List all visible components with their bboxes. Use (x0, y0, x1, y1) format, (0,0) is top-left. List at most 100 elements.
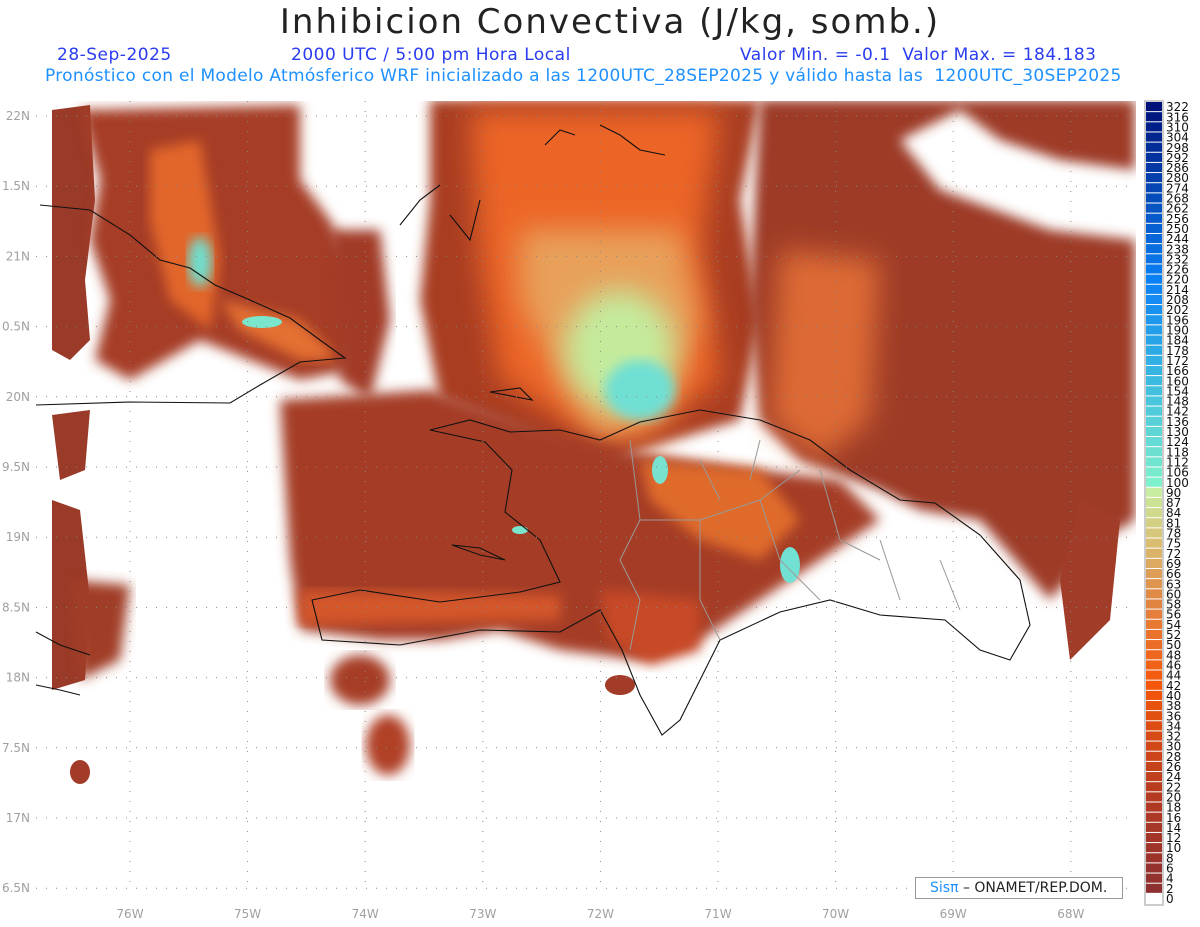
field-patch (188, 237, 212, 287)
colorbar-swatch (1146, 233, 1162, 244)
colorbar-swatch (1146, 203, 1162, 213)
colorbar-swatch (1146, 497, 1162, 508)
colorbar-swatch (1146, 152, 1162, 162)
colorbar-swatch (1146, 142, 1162, 152)
colorbar-swatch (1146, 832, 1162, 843)
lat-label: 20N (6, 390, 30, 404)
colorbar-swatch (1146, 274, 1162, 284)
colorbar-swatch (1146, 315, 1162, 325)
colorbar-swatch (1146, 173, 1162, 183)
lon-label: 71W (704, 907, 731, 921)
lon-label: 74W (352, 907, 379, 921)
colorbar-swatch (1146, 802, 1162, 812)
colorbar-swatch (1146, 386, 1162, 396)
lat-label: 22N (6, 109, 30, 123)
colorbar-swatch (1146, 792, 1162, 802)
map-canvas: 22N 1.5N 21N 0.5N 20N 9.5N 19N 8.5N 18N 7.5N 17N 6.… (2, 100, 1189, 921)
colorbar-swatch (1146, 284, 1162, 294)
colorbar-swatch (1146, 711, 1162, 721)
credit-box: Sisπ – ONAMET/REP.DOM. (915, 877, 1123, 899)
colorbar-swatch (1146, 396, 1162, 406)
lat-label: 19N (6, 530, 30, 544)
colorbar-swatch (1146, 741, 1162, 751)
colorbar-swatch (1146, 244, 1162, 254)
colorbar-swatch (1146, 873, 1162, 883)
colorbar-swatch (1146, 406, 1162, 416)
colorbar-swatch (1146, 457, 1162, 467)
colorbar-swatch (1146, 447, 1162, 457)
colorbar-swatch (1146, 558, 1162, 568)
colorbar-swatch (1146, 325, 1162, 335)
colorbar-swatch (1146, 863, 1162, 873)
colorbar-swatch (1146, 843, 1162, 853)
field-patch (605, 675, 635, 695)
colorbar-swatch (1146, 162, 1162, 173)
colorbar-swatch (1146, 477, 1162, 487)
lat-label: 6.5N (2, 881, 30, 895)
lon-label: 75W (234, 907, 261, 921)
colorbar-swatch (1146, 680, 1162, 690)
colorbar-swatch (1146, 365, 1162, 376)
colorbar-swatch (1146, 132, 1162, 142)
latitude-labels: 22N 1.5N 21N 0.5N 20N 9.5N 19N 8.5N 18N 7.5N 17N 6.… (2, 109, 30, 895)
credit-org: – ONAMET/REP.DOM. (958, 880, 1108, 896)
lon-label: 70W (822, 907, 849, 921)
lat-label: 8.5N (2, 600, 30, 614)
field-patch (652, 456, 668, 484)
colorbar-swatch (1146, 782, 1162, 792)
colorbar-swatch (1146, 599, 1162, 609)
colorbar-swatch (1146, 355, 1162, 365)
field-patch (366, 715, 410, 775)
colorbar-swatch (1146, 670, 1162, 680)
colorbar-swatch (1146, 294, 1162, 305)
field-patch (330, 655, 390, 705)
colorbar-swatch (1146, 437, 1162, 447)
lat-label: 9.5N (2, 460, 30, 474)
colorbar-swatch (1146, 640, 1162, 650)
lon-label: 72W (587, 907, 614, 921)
colorbar-swatch (1146, 731, 1162, 741)
colorbar-swatch (1146, 822, 1162, 832)
colorbar-swatch (1146, 335, 1162, 345)
forecast-time: 2000 UTC / 5:00 pm Hora Local (291, 45, 571, 65)
cin-field (52, 101, 1135, 784)
colorbar-swatch (1146, 112, 1162, 122)
longitude-labels: 76W 75W 74W 73W 72W 71W 70W 69W 68W (116, 907, 1084, 921)
colorbar-swatch (1146, 538, 1162, 548)
colorbar-swatch (1146, 700, 1162, 711)
lat-label: 1.5N (2, 179, 30, 193)
colorbar-swatch (1146, 213, 1162, 223)
colorbar-swatch (1146, 102, 1162, 112)
colorbar-swatch (1146, 183, 1162, 193)
field-patch (330, 230, 390, 400)
field-patch (605, 360, 675, 420)
colorbar-swatch (1146, 528, 1162, 538)
colorbar-swatch (1146, 223, 1162, 233)
colorbar: 3223163103042982922862802742682622562502… (1144, 100, 1189, 906)
colorbar-swatch (1146, 548, 1162, 558)
lon-label: 73W (469, 907, 496, 921)
colorbar-swatch (1146, 579, 1162, 589)
colorbar-swatch (1146, 568, 1162, 579)
field-patch (70, 580, 130, 680)
chart-title: Inhibicion Convectiva (J/kg, somb.) (279, 2, 941, 42)
colorbar-swatch (1146, 264, 1162, 274)
field-patch (512, 526, 528, 534)
colorbar-swatch (1146, 751, 1162, 761)
colorbar-swatch (1146, 619, 1162, 629)
lat-label: 18N (6, 671, 30, 685)
colorbar-swatch (1146, 650, 1162, 660)
lat-label: 21N (6, 249, 30, 263)
colorbar-swatch (1146, 721, 1162, 731)
colorbar-swatch (1146, 254, 1162, 264)
colorbar-swatch (1146, 508, 1162, 518)
lat-label: 7.5N (2, 741, 30, 755)
pi-logo-icon: π (950, 880, 959, 896)
lon-label: 76W (116, 907, 143, 921)
lon-label: 68W (1057, 907, 1084, 921)
colorbar-swatch (1146, 629, 1162, 640)
colorbar-swatch (1146, 467, 1162, 477)
colorbar-swatch (1146, 690, 1162, 700)
lat-label: 17N (6, 811, 30, 825)
colorbar-swatch (1146, 345, 1162, 355)
